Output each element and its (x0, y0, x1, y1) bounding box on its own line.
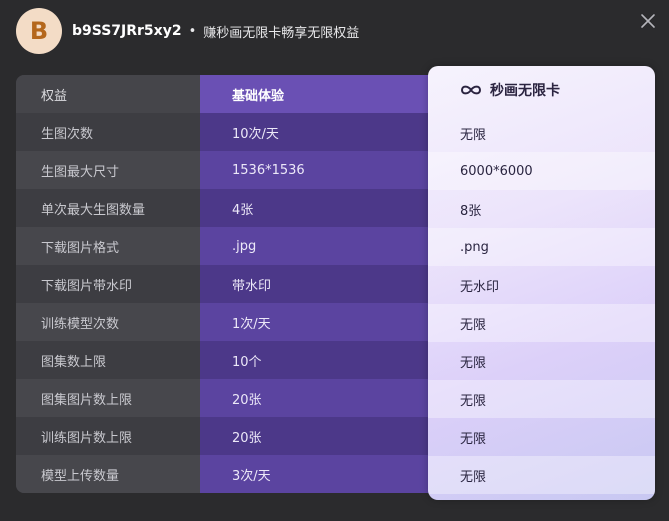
close-icon (641, 14, 655, 28)
basic-value-cell: 20张 (200, 379, 429, 417)
premium-value-cell: 无限 (428, 456, 655, 494)
column-header-basic: 基础体验 (200, 75, 429, 113)
premium-value-cell: 8张 (460, 203, 482, 219)
basic-value-cell: 3次/天 (200, 455, 429, 493)
benefit-name-cell: 单次最大生图数量 (41, 202, 146, 218)
benefit-name-cell: 模型上传数量 (16, 455, 200, 493)
avatar: B (16, 8, 62, 54)
premium-value-cell: 无限 (428, 304, 655, 342)
basic-plan-column: 基础体验 10次/天 1536*1536 4张 .jpg 带水印 1次/天 10个 20张 20张… (200, 75, 429, 493)
premium-value-cell: 无限 (428, 380, 655, 418)
premium-value-cell: .png (428, 228, 655, 266)
benefit-name-cell: 训练图片数上限 (41, 430, 133, 446)
column-header-benefit: 权益 (16, 75, 200, 113)
basic-value-cell: 带水印 (232, 278, 272, 294)
benefit-name-cell: 图集数上限 (41, 354, 107, 370)
basic-value-cell: 10个 (232, 354, 262, 370)
benefit-name-cell: 生图最大尺寸 (16, 151, 200, 189)
basic-value-cell: 1次/天 (200, 303, 429, 341)
benefit-name-cell: 下载图片格式 (16, 227, 200, 265)
basic-value-cell: .jpg (200, 227, 429, 265)
benefit-name-cell: 训练模型次数 (16, 303, 200, 341)
benefit-name-column: 权益 生图次数 生图最大尺寸 单次最大生图数量 下载图片格式 下载图片带水印 训练模型次数图… (16, 75, 200, 493)
premium-value-cell: 无限 (460, 127, 487, 143)
separator-dot: • (188, 23, 197, 39)
benefit-name-cell: 图集图片数上限 (16, 379, 200, 417)
basic-value-cell: 1536*1536 (200, 151, 429, 189)
username: b9SS7JRr5xy2 (72, 23, 182, 39)
premium-plan-header: 秒画无限卡 (428, 66, 655, 114)
premium-value-cell: 无水印 (460, 279, 500, 295)
premium-value-cell: 无限 (460, 431, 487, 447)
close-button[interactable] (639, 12, 657, 30)
basic-value-cell: 20张 (232, 430, 262, 446)
infinity-icon (460, 85, 482, 95)
benefit-name-cell: 下载图片带水印 (41, 278, 133, 294)
benefit-name-cell: 生图次数 (41, 126, 94, 142)
premium-value-cell: 6000*6000 (428, 152, 655, 190)
premium-plan-column: 秒画无限卡 无限 6000*6000 8张 .png 无水印 无限 无限 无限 无限 无限 (428, 66, 655, 500)
basic-value-cell: 4张 (232, 202, 254, 218)
slogan-text: 赚秒画无限卡畅享无限权益 (203, 25, 360, 41)
premium-plan-title: 秒画无限卡 (490, 83, 560, 99)
basic-value-cell: 10次/天 (232, 126, 279, 142)
premium-value-cell: 无限 (460, 355, 487, 371)
header: B b9SS7JRr5xy2 • 赚秒画无限卡畅享无限权益 (16, 8, 359, 54)
